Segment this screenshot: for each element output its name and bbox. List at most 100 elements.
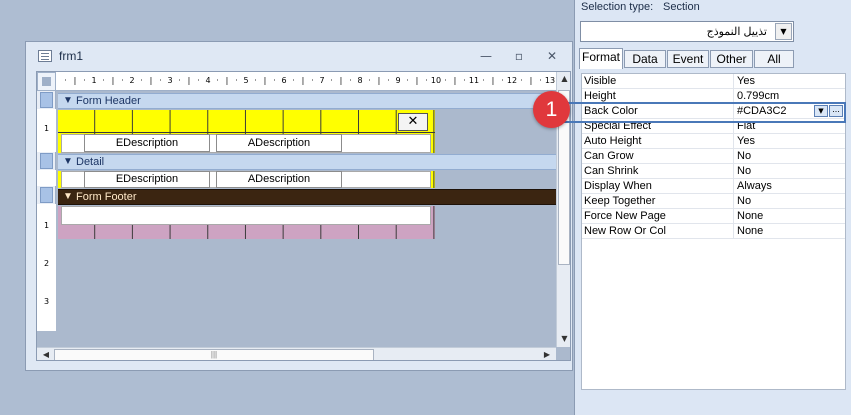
section-label: Form Header [76,95,141,107]
close-button[interactable]: ✕ [398,113,428,131]
property-value[interactable]: No [737,195,751,207]
ruler-tick: · [83,76,86,85]
property-value[interactable]: 0.799cm [737,90,779,102]
property-name: Can Shrink [584,165,639,177]
property-row-force-new-page[interactable]: Force New Page None [582,209,845,224]
section-label: Detail [76,156,105,168]
ruler-tick: · [368,76,371,85]
ruler-tick: · [273,76,276,85]
step-callout-badge: 1 [533,91,570,128]
ruler-tick: | [301,76,305,85]
property-name: Can Grow [584,150,634,162]
property-name: Visible [584,75,617,87]
form-design-window: frm1 — ▫ ✕ 1 2 3 4 5 6 7 8 9 10 11 12 13… [25,41,573,371]
form-icon [38,50,52,62]
dropdown-value: تذييل النموذج [706,26,767,38]
chevron-down-icon: ▼ [63,156,73,167]
ruler-number: 6 [281,76,287,85]
dropdown-arrow-icon[interactable]: ▼ [775,23,792,40]
ruler-tick: · [140,76,143,85]
ruler-number: 13 [544,76,556,85]
property-row-can-shrink[interactable]: Can Shrink No [582,164,845,179]
tab-other[interactable]: Other [710,50,753,68]
section-selector-header[interactable] [40,92,53,108]
tab-data[interactable]: Data [624,50,666,68]
minimize-icon[interactable]: — [478,49,494,63]
ruler-tick: | [529,76,533,85]
selection-type-value: Section [663,1,700,13]
horizontal-scrollbar[interactable]: ◀ ||| ▶ [37,347,556,360]
property-row-visible[interactable]: Visible Yes [582,74,845,89]
ruler-tick: · [349,76,352,85]
property-name: Height [584,90,616,102]
ruler-tick: | [187,76,191,85]
ruler-tick: | [73,76,77,85]
section-selector-footer[interactable] [40,187,53,203]
tab-all[interactable]: All [754,50,794,68]
property-row-keep-together[interactable]: Keep Together No [582,194,845,209]
scroll-down-icon[interactable]: ▼ [557,332,570,346]
ruler-tick: · [520,76,523,85]
property-value[interactable]: Yes [737,135,755,147]
property-value[interactable]: No [737,150,751,162]
property-row-new-row-or-col[interactable]: New Row Or Col None [582,224,845,239]
object-selector-dropdown[interactable]: تذييل النموذج ▼ [580,21,794,42]
ruler-tick: | [415,76,419,85]
detail-bar[interactable]: ▼ Detail [58,154,570,170]
ruler-tick: · [178,76,181,85]
restore-icon[interactable]: ▫ [511,49,527,63]
form-footer-section[interactable] [58,206,435,239]
property-row-can-grow[interactable]: Can Grow No [582,149,845,164]
scroll-right-icon[interactable]: ▶ [540,348,554,360]
tab-event[interactable]: Event [667,50,709,68]
adescription-label[interactable]: ADescription [216,134,342,152]
section-selector-detail[interactable] [40,153,53,169]
property-value[interactable]: Yes [737,75,755,87]
property-name: Display When [584,180,652,192]
property-value[interactable]: No [737,165,751,177]
horizontal-scroll-thumb[interactable]: ||| [54,349,374,360]
ruler-tick: | [225,76,229,85]
selection-type-label: Selection type: [581,1,654,13]
form-footer-bar[interactable]: ▼ Form Footer [58,189,570,205]
tab-format[interactable]: Format [579,48,623,69]
adescription-field[interactable]: ADescription [216,171,342,188]
property-name: Auto Height [584,135,642,147]
ruler-tick: · [216,76,219,85]
ruler-number: 7 [319,76,325,85]
edescription-label[interactable]: EDescription [84,134,210,152]
ruler-tick: · [121,76,124,85]
scroll-up-icon[interactable]: ▲ [557,72,570,86]
property-row-auto-height[interactable]: Auto Height Yes [582,134,845,149]
ruler-tick: · [254,76,257,85]
close-icon[interactable]: ✕ [544,49,560,63]
property-row-display-when[interactable]: Display When Always [582,179,845,194]
ruler-number: 8 [357,76,363,85]
detail-section[interactable]: EDescription ADescription [58,171,435,188]
property-value[interactable]: Always [737,180,772,192]
ruler-number: 1 [43,221,50,230]
ruler-number: 5 [243,76,249,85]
form-selector[interactable] [37,72,56,91]
ruler-tick: · [197,76,200,85]
ruler-tick: | [111,76,115,85]
edescription-field[interactable]: EDescription [84,171,210,188]
form-header-section[interactable]: EDescription ADescription ✕ [58,110,435,153]
scroll-left-icon[interactable]: ◀ [39,348,53,360]
property-value[interactable]: None [737,210,763,222]
window-title-bar: frm1 — ▫ ✕ [26,42,572,70]
ruler-tick: · [64,76,67,85]
ruler-tick: · [425,76,428,85]
ruler-number: 4 [205,76,211,85]
ruler-tick: · [292,76,295,85]
ruler-number: 2 [129,76,135,85]
ruler-tick: · [311,76,314,85]
ruler-number: 11 [468,76,480,85]
vertical-ruler: 1 1 2 3 [37,91,56,331]
ruler-tick: · [235,76,238,85]
property-name: New Row Or Col [584,225,666,237]
form-header-bar[interactable]: ▼ Form Header [58,93,570,109]
ruler-number: 1 [91,76,97,85]
property-value[interactable]: None [737,225,763,237]
ruler-tick: | [149,76,153,85]
